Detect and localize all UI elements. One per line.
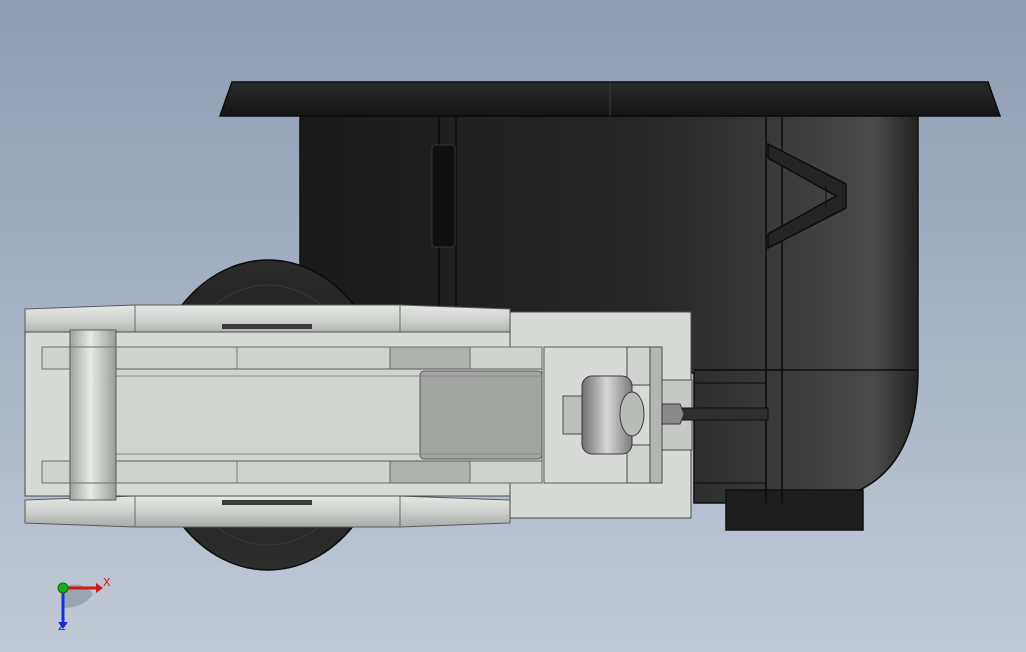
caster-model-view[interactable] xyxy=(0,0,1026,652)
z-axis-label: Z xyxy=(58,620,66,633)
triad-axes-icon xyxy=(57,582,103,629)
axle-pin[interactable] xyxy=(69,329,117,501)
orientation-triad[interactable]: X Z xyxy=(40,568,130,640)
cad-viewport[interactable]: X Z xyxy=(0,0,1026,652)
x-axis-label: X xyxy=(103,576,111,589)
